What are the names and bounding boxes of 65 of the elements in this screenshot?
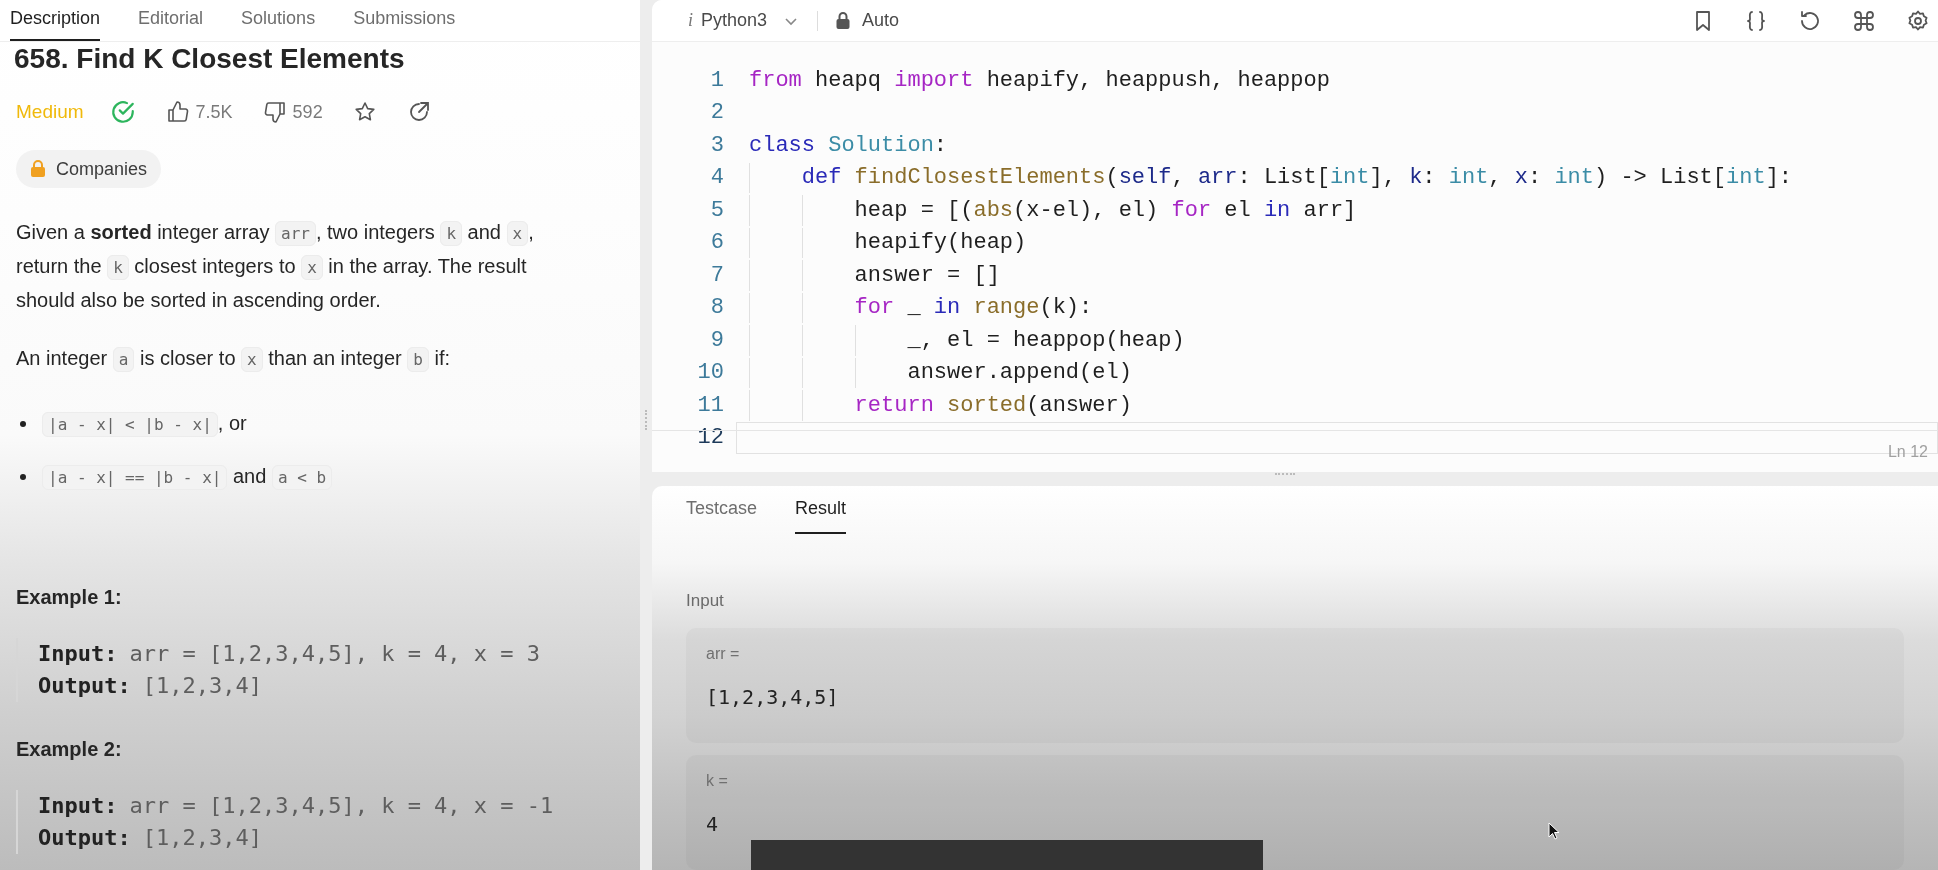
bullet [20, 474, 26, 480]
condition-text: |a - x| == |b - x| and a < b [42, 460, 333, 494]
code-braces-icon[interactable] [1744, 8, 1768, 33]
line-number: 3 [709, 131, 725, 160]
line-number: 10 [696, 359, 725, 388]
output-value: [1,2,3,4] [142, 824, 262, 852]
line-number: 7 [709, 261, 725, 290]
thumbs-up-icon[interactable] [165, 100, 190, 124]
line-number: 9 [709, 326, 725, 355]
line-number: 4 [709, 164, 725, 193]
star-icon[interactable] [352, 100, 377, 124]
code-line: class Solution: [748, 131, 949, 160]
description-paragraph: Given a sorted integer array arr , two integers k and x , return the k closest integers to x in the array. The result should also be sorted in ascending order. [16, 220, 535, 313]
panel-tab[interactable]: Description [10, 0, 101, 41]
parameter-value: 4 [706, 810, 719, 838]
example-heading: Example 2: [16, 737, 123, 762]
input-label: Input: [38, 792, 118, 820]
command-key-icon[interactable] [1852, 8, 1876, 33]
line-number: 5 [709, 196, 725, 225]
panel-tab[interactable]: Submissions [353, 0, 456, 41]
companies-tag[interactable]: Companies [16, 150, 162, 188]
like-count: 7.5K [195, 100, 233, 124]
description-paragraph: An integer a is closer to x than an integer b if: [16, 342, 586, 376]
code-line: answer = [] [736, 259, 1938, 292]
code-line: _, el = heappop(heap) [736, 324, 1938, 357]
input-label: Input [686, 590, 725, 612]
console-tab[interactable]: Testcase [686, 495, 758, 534]
input-label: Input: [38, 640, 118, 668]
code-line: answer.append(el) [736, 356, 1938, 389]
panel-tab[interactable]: Solutions [241, 0, 316, 41]
dislike-count: 592 [292, 100, 323, 124]
lock-icon [30, 160, 46, 178]
output-value: [1,2,3,4] [142, 672, 262, 700]
cursor-position: Ln 12 [1887, 441, 1928, 462]
parameter-name: k = [706, 770, 728, 791]
code-line: from heapq import heapify, heappush, heappop [748, 66, 1331, 95]
line-number: 8 [709, 294, 725, 323]
thumbs-down-icon[interactable] [262, 100, 287, 124]
parameter-value: [1,2,3,4,5] [706, 683, 839, 711]
line-number: 11 [696, 391, 725, 420]
language-selector[interactable]: i Python3 [688, 7, 800, 34]
auto-mode-toggle[interactable]: Auto [836, 7, 900, 34]
code-line: return sorted(answer) [736, 389, 1938, 422]
code-line: heap = [(abs(x-el), el) for el in arr] [736, 194, 1938, 227]
code-line: heapify(heap) [736, 226, 1938, 259]
bullet [20, 421, 26, 427]
settings-icon[interactable] [1906, 8, 1930, 33]
output-label: Output: [38, 672, 131, 700]
mouse-pointer-icon [1548, 822, 1560, 840]
input-value: arr = [1,2,3,4,5], k = 4, x = 3 [129, 640, 541, 668]
code-line: def findClosestElements(self, arr: List[int], k: int, x: int) -> List[int]: [736, 161, 1938, 194]
input-value: arr = [1,2,3,4,5], k = 4, x = -1 [129, 792, 554, 820]
lock-icon [836, 12, 851, 29]
line-number: 1 [709, 66, 725, 95]
console-tab[interactable]: Result [795, 495, 847, 534]
line-number: 6 [709, 229, 725, 258]
difficulty-label: Medium [16, 99, 84, 124]
parameter-name: arr = [706, 643, 740, 664]
output-label: Output: [38, 824, 131, 852]
panel-tab[interactable]: Editorial [138, 0, 204, 41]
example-heading: Example 1: [16, 585, 123, 610]
line-number: 2 [709, 99, 725, 128]
code-line: for _ in range(k): [736, 291, 1938, 324]
reset-icon[interactable] [1798, 8, 1822, 33]
problem-title: 658. Find K Closest Elements [14, 43, 405, 75]
